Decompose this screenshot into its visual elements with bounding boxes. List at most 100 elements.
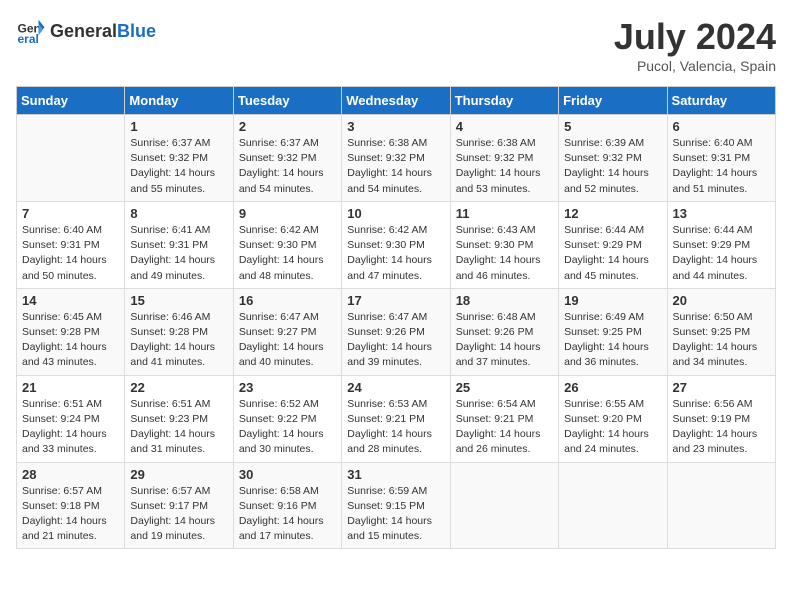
day-number: 2 (239, 119, 336, 134)
day-number: 10 (347, 206, 444, 221)
calendar-cell: 16 Sunrise: 6:47 AM Sunset: 9:27 PM Dayli… (233, 288, 341, 375)
calendar-week-row: 21 Sunrise: 6:51 AM Sunset: 9:24 PM Dayli… (17, 375, 776, 462)
day-number: 12 (564, 206, 661, 221)
day-info: Sunrise: 6:50 AM Sunset: 9:25 PM Dayligh… (673, 310, 770, 371)
calendar-cell: 9Sunrise: 6:42 AM Sunset: 9:30 PM Daylig… (233, 201, 341, 288)
day-number: 13 (673, 206, 770, 221)
day-number: 5 (564, 119, 661, 134)
calendar-week-row: 28 Sunrise: 6:57 AM Sunset: 9:18 PM Dayli… (17, 462, 776, 549)
title-area: July 2024 Pucol, Valencia, Spain (614, 16, 776, 74)
day-info: Sunrise: 6:56 AM Sunset: 9:19 PM Dayligh… (673, 397, 770, 458)
day-info: Sunrise: 6:59 AM Sunset: 9:15 PM Dayligh… (347, 484, 444, 545)
logo-icon: Gen eral (16, 16, 46, 46)
day-number: 25 (456, 380, 553, 395)
calendar-cell: 4 Sunrise: 6:38 AM Sunset: 9:32 PM Daylig… (450, 115, 558, 202)
day-number: 1 (130, 119, 227, 134)
calendar-cell: 2 Sunrise: 6:37 AM Sunset: 9:32 PM Daylig… (233, 115, 341, 202)
calendar-cell (17, 115, 125, 202)
calendar-cell: 3 Sunrise: 6:38 AM Sunset: 9:32 PM Daylig… (342, 115, 450, 202)
day-number: 30 (239, 467, 336, 482)
calendar-cell: 19 Sunrise: 6:49 AM Sunset: 9:25 PM Dayli… (559, 288, 667, 375)
calendar-cell: 31 Sunrise: 6:59 AM Sunset: 9:15 PM Dayli… (342, 462, 450, 549)
weekday-thursday: Thursday (450, 87, 558, 115)
day-info: Sunrise: 6:58 AM Sunset: 9:16 PM Dayligh… (239, 484, 336, 545)
day-info: Sunrise: 6:43 AM Sunset: 9:30 PM Dayligh… (456, 223, 553, 284)
svg-text:eral: eral (18, 32, 39, 46)
day-info: Sunrise: 6:40 AM Sunset: 9:31 PM Dayligh… (673, 136, 770, 197)
day-number: 28 (22, 467, 119, 482)
calendar-cell: 18 Sunrise: 6:48 AM Sunset: 9:26 PM Dayli… (450, 288, 558, 375)
logo-blue: Blue (117, 21, 156, 42)
weekday-friday: Friday (559, 87, 667, 115)
day-number: 19 (564, 293, 661, 308)
day-number: 31 (347, 467, 444, 482)
calendar-cell: 5 Sunrise: 6:39 AM Sunset: 9:32 PM Daylig… (559, 115, 667, 202)
weekday-wednesday: Wednesday (342, 87, 450, 115)
calendar-table: SundayMondayTuesdayWednesdayThursdayFrid… (16, 86, 776, 549)
day-number: 24 (347, 380, 444, 395)
day-info: Sunrise: 6:48 AM Sunset: 9:26 PM Dayligh… (456, 310, 553, 371)
day-info: Sunrise: 6:38 AM Sunset: 9:32 PM Dayligh… (456, 136, 553, 197)
day-number: 7 (22, 206, 119, 221)
day-info: Sunrise: 6:38 AM Sunset: 9:32 PM Dayligh… (347, 136, 444, 197)
day-info: Sunrise: 6:53 AM Sunset: 9:21 PM Dayligh… (347, 397, 444, 458)
calendar-cell: 21 Sunrise: 6:51 AM Sunset: 9:24 PM Dayli… (17, 375, 125, 462)
day-number: 3 (347, 119, 444, 134)
day-info: Sunrise: 6:39 AM Sunset: 9:32 PM Dayligh… (564, 136, 661, 197)
day-info: Sunrise: 6:51 AM Sunset: 9:24 PM Dayligh… (22, 397, 119, 458)
calendar-cell: 6 Sunrise: 6:40 AM Sunset: 9:31 PM Daylig… (667, 115, 775, 202)
day-number: 8 (130, 206, 227, 221)
day-number: 18 (456, 293, 553, 308)
calendar-cell: 27 Sunrise: 6:56 AM Sunset: 9:19 PM Dayli… (667, 375, 775, 462)
day-info: Sunrise: 6:47 AM Sunset: 9:27 PM Dayligh… (239, 310, 336, 371)
day-info: Sunrise: 6:57 AM Sunset: 9:17 PM Dayligh… (130, 484, 227, 545)
calendar-cell: 17 Sunrise: 6:47 AM Sunset: 9:26 PM Dayli… (342, 288, 450, 375)
day-info: Sunrise: 6:40 AM Sunset: 9:31 PM Dayligh… (22, 223, 119, 284)
calendar-cell: 13Sunrise: 6:44 AM Sunset: 9:29 PM Dayli… (667, 201, 775, 288)
day-number: 9 (239, 206, 336, 221)
day-number: 4 (456, 119, 553, 134)
calendar-cell: 7 Sunrise: 6:40 AM Sunset: 9:31 PM Daylig… (17, 201, 125, 288)
calendar-subtitle: Pucol, Valencia, Spain (614, 58, 776, 74)
day-info: Sunrise: 6:37 AM Sunset: 9:32 PM Dayligh… (239, 136, 336, 197)
calendar-cell: 24 Sunrise: 6:53 AM Sunset: 9:21 PM Dayli… (342, 375, 450, 462)
calendar-cell: 20 Sunrise: 6:50 AM Sunset: 9:25 PM Dayli… (667, 288, 775, 375)
calendar-week-row: 7 Sunrise: 6:40 AM Sunset: 9:31 PM Daylig… (17, 201, 776, 288)
day-number: 17 (347, 293, 444, 308)
weekday-header-row: SundayMondayTuesdayWednesdayThursdayFrid… (17, 87, 776, 115)
logo-general: General (50, 21, 117, 42)
day-info: Sunrise: 6:46 AM Sunset: 9:28 PM Dayligh… (130, 310, 227, 371)
calendar-cell: 1Sunrise: 6:37 AM Sunset: 9:32 PM Daylig… (125, 115, 233, 202)
day-number: 16 (239, 293, 336, 308)
calendar-cell: 23 Sunrise: 6:52 AM Sunset: 9:22 PM Dayli… (233, 375, 341, 462)
day-number: 21 (22, 380, 119, 395)
calendar-cell: 14 Sunrise: 6:45 AM Sunset: 9:28 PM Dayli… (17, 288, 125, 375)
page-header: Gen eral GeneralBlue July 2024 Pucol, Va… (16, 16, 776, 74)
day-number: 27 (673, 380, 770, 395)
day-info: Sunrise: 6:42 AM Sunset: 9:30 PM Dayligh… (347, 223, 444, 284)
day-info: Sunrise: 6:55 AM Sunset: 9:20 PM Dayligh… (564, 397, 661, 458)
day-info: Sunrise: 6:57 AM Sunset: 9:18 PM Dayligh… (22, 484, 119, 545)
day-info: Sunrise: 6:45 AM Sunset: 9:28 PM Dayligh… (22, 310, 119, 371)
calendar-cell: 30 Sunrise: 6:58 AM Sunset: 9:16 PM Dayli… (233, 462, 341, 549)
day-info: Sunrise: 6:47 AM Sunset: 9:26 PM Dayligh… (347, 310, 444, 371)
weekday-sunday: Sunday (17, 87, 125, 115)
day-number: 23 (239, 380, 336, 395)
logo: Gen eral GeneralBlue (16, 16, 156, 46)
day-number: 22 (130, 380, 227, 395)
calendar-header: SundayMondayTuesdayWednesdayThursdayFrid… (17, 87, 776, 115)
calendar-body: 1 Sunrise: 6:37 AM Sunset: 9:32 PM Daylig… (17, 115, 776, 549)
day-info: Sunrise: 6:49 AM Sunset: 9:25 PM Dayligh… (564, 310, 661, 371)
day-number: 20 (673, 293, 770, 308)
calendar-week-row: 14 Sunrise: 6:45 AM Sunset: 9:28 PM Dayli… (17, 288, 776, 375)
day-info: Sunrise: 6:41 AM Sunset: 9:31 PM Dayligh… (130, 223, 227, 284)
calendar-cell: 10 Sunrise: 6:42 AM Sunset: 9:30 PM Dayli… (342, 201, 450, 288)
day-info: Sunrise: 6:52 AM Sunset: 9:22 PM Dayligh… (239, 397, 336, 458)
day-number: 14 (22, 293, 119, 308)
day-number: 6 (673, 119, 770, 134)
day-number: 29 (130, 467, 227, 482)
day-number: 15 (130, 293, 227, 308)
calendar-cell: 12Sunrise: 6:44 AM Sunset: 9:29 PM Dayli… (559, 201, 667, 288)
calendar-cell: 28 Sunrise: 6:57 AM Sunset: 9:18 PM Dayli… (17, 462, 125, 549)
calendar-cell: 15 Sunrise: 6:46 AM Sunset: 9:28 PM Dayli… (125, 288, 233, 375)
